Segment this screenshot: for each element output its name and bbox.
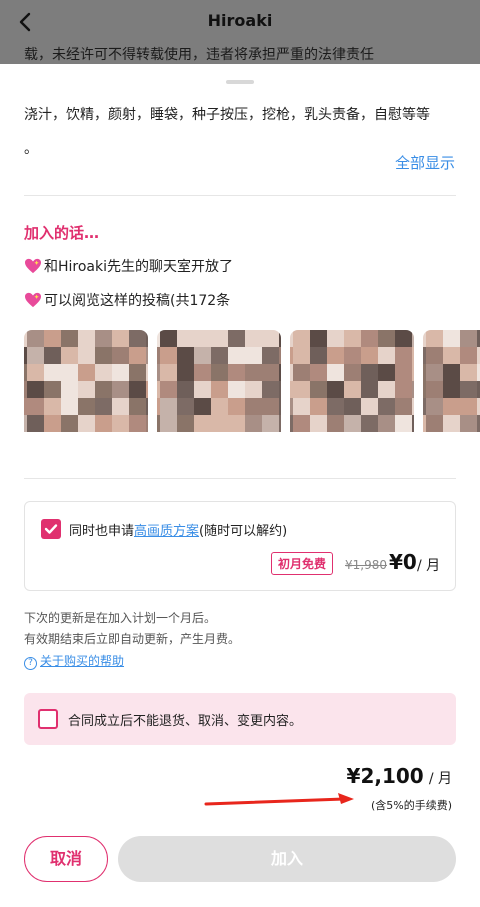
first-month-free-badge: 初月免费 xyxy=(271,552,334,575)
drag-handle[interactable] xyxy=(226,80,254,84)
join-button[interactable]: 加入 xyxy=(118,836,456,882)
divider xyxy=(24,478,456,479)
purchase-help-label[interactable]: 关于购买的帮助 xyxy=(40,654,124,668)
plan-text-suffix: (随时可以解约) xyxy=(199,524,288,539)
video-thumbnail[interactable]: 11:02 xyxy=(290,330,414,456)
benefit-item-1-text: 和Hiroaki先生的聊天室开放了 xyxy=(44,259,234,275)
video-duration: 20:32 xyxy=(103,436,142,450)
renewal-note: 有效期结束后立即自动更新，产生月费。 xyxy=(24,632,241,646)
original-price: ¥1,980 xyxy=(345,558,387,572)
video-thumbnails: 20:32 21:13 11:02 xyxy=(0,330,480,460)
video-thumbnail[interactable]: 20:32 xyxy=(24,330,148,456)
benefits-heading: 加入的话… xyxy=(24,224,100,242)
background-notice-text: 载，未经许可不得转载使用，违者将承担严重的法律责任 xyxy=(24,47,374,63)
pixelated-preview xyxy=(24,330,148,432)
renewal-note: 下次的更新是在加入计划一个月后。 xyxy=(24,611,217,625)
join-sheet: 浇汁，饮精，颜射，睡袋，种子按压，挖枪，乳头责备，自慰等等 。 全部显示 加入的… xyxy=(0,64,480,907)
hq-plan-link[interactable]: 高画质方案 xyxy=(134,524,199,539)
benefit-item-2-text: 可以阅览这样的投稿(共172条 xyxy=(44,293,231,309)
plan-text-prefix: 同时也申请 xyxy=(69,524,135,539)
benefit-item: 可以阅览这样的投稿(共172条 xyxy=(24,290,230,310)
show-all-link[interactable]: 全部显示 xyxy=(395,152,455,173)
total-amount: ¥2,100 xyxy=(346,764,424,788)
pixelated-preview xyxy=(423,330,480,432)
plan-price: ¥0 xyxy=(389,550,417,574)
plan-price-unit: / 月 xyxy=(417,558,441,574)
sparkling-heart-icon xyxy=(25,292,41,308)
total-price: ¥2,100 / 月 xyxy=(347,764,452,788)
fee-note: (含5%的手续费) xyxy=(370,799,452,812)
page-title: Hiroaki xyxy=(207,11,273,30)
pixelated-preview xyxy=(290,330,414,432)
hq-plan-label: 同时也申请高画质方案(随时可以解约) xyxy=(69,520,287,539)
agreement-text: 合同成立后不能退货、取消、变更内容。 xyxy=(68,714,303,729)
question-icon: ? xyxy=(24,657,37,670)
top-bar: Hiroaki 载，未经许可不得转载使用，违者将承担严重的法律责任 xyxy=(0,0,480,64)
video-thumbnail[interactable]: 21:13 xyxy=(157,330,281,456)
annotation-arrow-icon xyxy=(204,793,354,806)
agreement-checkbox[interactable] xyxy=(38,709,58,729)
description-line-1: 浇汁，饮精，颜射，睡袋，种子按压，挖枪，乳头责备，自慰等等 xyxy=(24,107,430,123)
hq-plan-option: 同时也申请高画质方案(随时可以解约) 初月免费 ¥1,980 ¥0 / 月 xyxy=(24,501,456,591)
hq-plan-checkbox[interactable] xyxy=(41,519,61,539)
purchase-help-link[interactable]: ? 关于购买的帮助 xyxy=(24,652,124,670)
pixelated-preview xyxy=(157,330,281,432)
cancel-button[interactable]: 取消 xyxy=(24,836,108,882)
divider xyxy=(24,195,456,196)
agreement-box: 合同成立后不能退货、取消、变更内容。 xyxy=(24,693,456,745)
checkmark-icon xyxy=(44,524,58,534)
benefit-item: 和Hiroaki先生的聊天室开放了 xyxy=(24,256,233,276)
video-thumbnail[interactable] xyxy=(423,330,480,456)
total-unit: / 月 xyxy=(428,771,452,787)
sparkling-heart-icon xyxy=(25,258,41,274)
video-duration: 11:02 xyxy=(369,436,408,450)
video-duration: 21:13 xyxy=(236,436,275,450)
